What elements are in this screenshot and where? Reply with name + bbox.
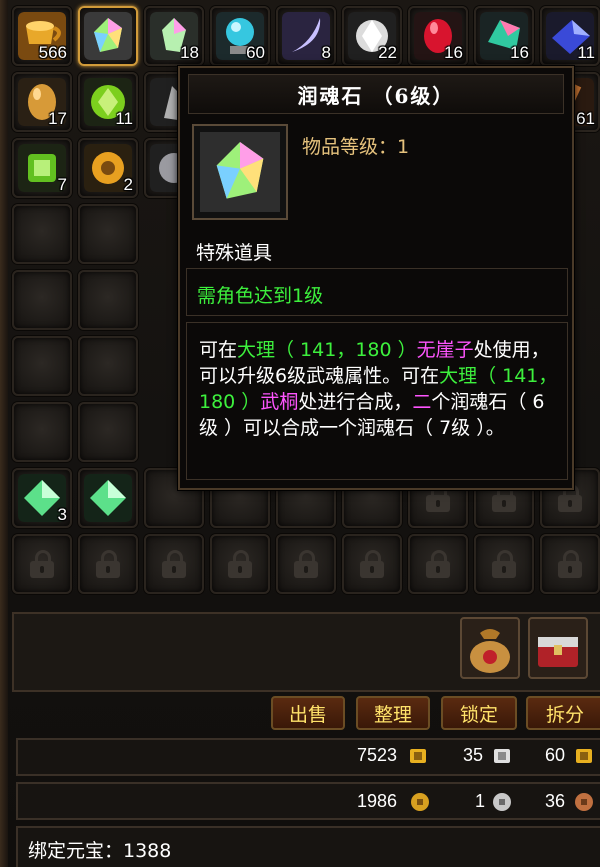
item-quantity: 18	[180, 43, 199, 62]
empty-slot[interactable]	[12, 270, 72, 330]
item-quantity: 22	[378, 43, 397, 62]
bound-yuanbao-amount: 35	[463, 745, 484, 765]
gold-coin-icon	[411, 793, 429, 811]
copper-amount: 36	[545, 791, 566, 811]
inventory-slot[interactable]	[78, 468, 138, 528]
inventory-slot[interactable]: 60	[210, 6, 270, 66]
silver-ingot-icon	[494, 749, 510, 763]
locked-slot[interactable]	[78, 534, 138, 594]
yuanbao-row	[16, 738, 600, 776]
empty-slot[interactable]	[12, 402, 72, 462]
locked-slot[interactable]	[342, 534, 402, 594]
empty-slot[interactable]	[78, 336, 138, 396]
lock-icon	[492, 550, 516, 578]
inventory-slot[interactable]: 7	[12, 138, 72, 198]
lock-icon	[228, 550, 252, 578]
bag-button[interactable]	[460, 617, 520, 679]
locked-slot[interactable]	[276, 534, 336, 594]
item-quantity: 8	[321, 43, 331, 62]
description-box: 可在大理（ 141，180 ）无崖子处使用，可以升级6级武魂属性。可在大理（ 1…	[186, 322, 568, 480]
bound-yuanbao-label: 绑定元宝：1388	[28, 840, 172, 862]
locked-slot[interactable]	[12, 534, 72, 594]
tooltip-item-frame	[192, 124, 288, 220]
item-quantity: 566	[38, 43, 67, 62]
lock-icon	[162, 550, 186, 578]
requirement-box: 需角色达到1级	[186, 268, 568, 316]
inventory-slot[interactable]: 8	[276, 6, 336, 66]
gold-amount: 1986	[357, 791, 398, 811]
money-bag-icon	[470, 629, 510, 673]
inventory-slot[interactable]: 2	[78, 138, 138, 198]
window-frame	[0, 0, 8, 867]
sort-button[interactable]: 整理	[356, 696, 430, 730]
sell-button[interactable]: 出售	[271, 696, 345, 730]
lock-button[interactable]: 锁定	[441, 696, 517, 730]
locked-slot[interactable]	[474, 534, 534, 594]
item-level: 物品等级：1	[302, 136, 410, 158]
item-quantity: 11	[577, 43, 595, 62]
empty-slot[interactable]	[78, 204, 138, 264]
item-quantity: 3	[57, 505, 67, 524]
gold-ingot-icon	[576, 749, 592, 763]
lock-icon	[360, 550, 384, 578]
locked-slot[interactable]	[210, 534, 270, 594]
tooltip-header: 物品等级：1	[186, 120, 568, 230]
lock-icon	[30, 550, 54, 578]
split-button[interactable]: 拆分	[526, 696, 600, 730]
empty-slot[interactable]	[78, 402, 138, 462]
green-crystal-item-icon	[84, 474, 132, 522]
empty-slot[interactable]	[78, 270, 138, 330]
inventory-slot[interactable]: 22	[342, 6, 402, 66]
item-quantity: 16	[444, 43, 463, 62]
inventory-slot[interactable]: 3	[12, 468, 72, 528]
bound-yuanbao-row: 绑定元宝：1388	[16, 826, 600, 867]
level-requirement: 需角色达到1级	[197, 285, 324, 307]
inventory-slot[interactable]: 16	[408, 6, 468, 66]
runhun-stone-item-icon	[200, 132, 280, 212]
other-currency-amount: 60	[545, 745, 566, 765]
item-quantity: 7	[57, 175, 67, 194]
inventory-window: 566 18 60 8 22 16 16 11 17 11 61 7 2 3 润…	[0, 0, 600, 867]
inventory-slot[interactable]: 17	[12, 72, 72, 132]
lock-icon	[96, 550, 120, 578]
item-quantity: 61	[576, 109, 595, 128]
item-quantity: 17	[48, 109, 67, 128]
runhun-stone-item-icon	[84, 12, 132, 60]
treasure-chest-icon	[538, 637, 578, 667]
empty-slot[interactable]	[12, 336, 72, 396]
inventory-slot-selected[interactable]	[78, 6, 138, 66]
item-quantity: 16	[510, 43, 529, 62]
copper-coin-icon	[575, 793, 593, 811]
yuanbao-amount: 7523	[357, 745, 398, 765]
silver-coin-icon	[493, 793, 511, 811]
empty-slot[interactable]	[12, 204, 72, 264]
locked-slot[interactable]	[144, 534, 204, 594]
coin-row	[16, 782, 600, 820]
inventory-slot[interactable]: 11	[540, 6, 600, 66]
item-type: 特殊道具	[196, 242, 273, 264]
inventory-slot[interactable]: 16	[474, 6, 534, 66]
item-quantity: 11	[115, 109, 133, 128]
inventory-slot[interactable]: 566	[12, 6, 72, 66]
item-description: 可在大理（ 141，180 ）无崖子处使用，可以升级6级武魂属性。可在大理（ 1…	[199, 339, 558, 439]
locked-slot[interactable]	[408, 534, 468, 594]
lock-icon	[426, 550, 450, 578]
item-quantity: 2	[123, 175, 133, 194]
lock-icon	[558, 550, 582, 578]
item-quantity: 60	[246, 43, 265, 62]
locked-slot[interactable]	[540, 534, 600, 594]
treasure-chest-button[interactable]	[528, 617, 588, 679]
gold-ingot-icon	[410, 749, 426, 763]
item-tooltip: 润魂石 （6级） 物品等级：1 特殊道具 需角色达到1级 可在大理（ 141，1…	[178, 66, 574, 490]
inventory-slot[interactable]: 11	[78, 72, 138, 132]
lock-icon	[294, 550, 318, 578]
silver-amount: 1	[475, 791, 486, 811]
inventory-slot[interactable]: 18	[144, 6, 204, 66]
tooltip-title: 润魂石 （6级）	[188, 74, 564, 114]
